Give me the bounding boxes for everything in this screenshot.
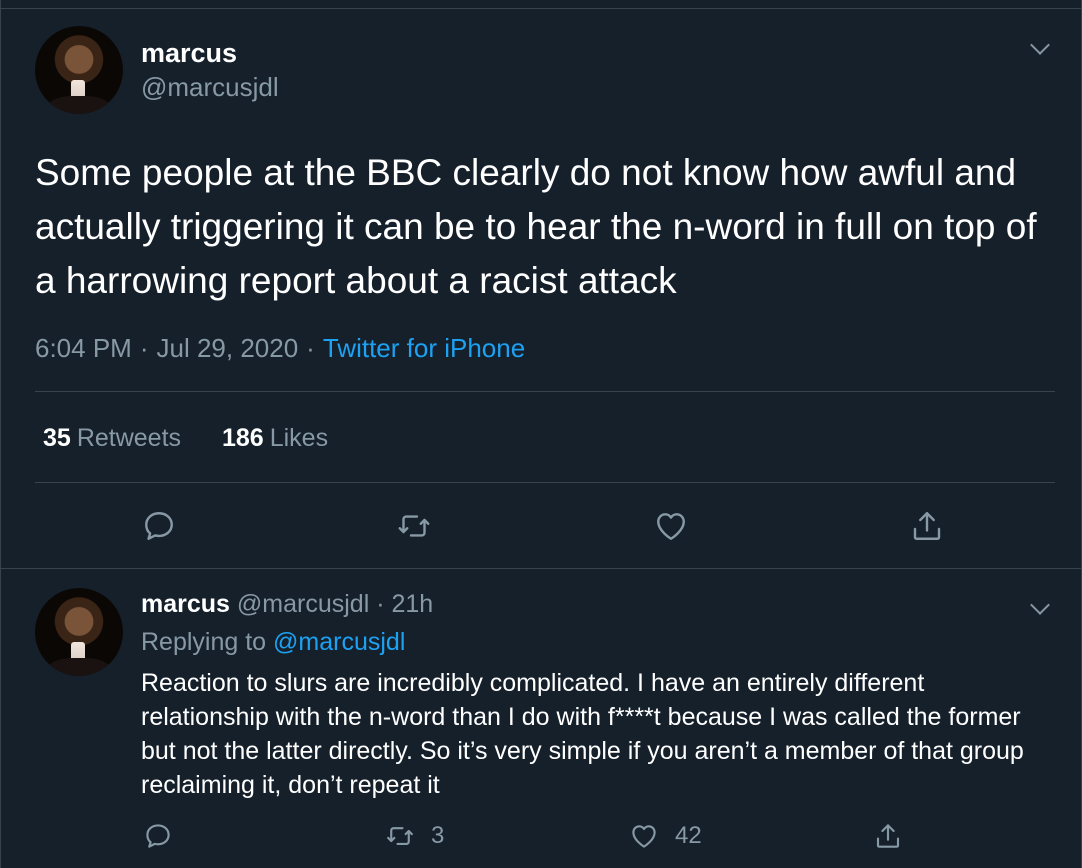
tweet-date[interactable]: Jul 29, 2020 [157, 333, 299, 364]
reply-button[interactable] [143, 818, 173, 854]
retweet-icon [398, 515, 430, 537]
meta-separator: · [139, 333, 149, 363]
reply-icon [145, 512, 173, 540]
avatar[interactable] [35, 26, 123, 114]
share-icon [913, 512, 941, 540]
likes-label: Likes [269, 424, 329, 452]
timeline: marcus @marcusjdl Some people at the BBC… [0, 0, 1082, 868]
tweet-actions [1, 508, 1081, 548]
like-button[interactable]: 42 [629, 818, 702, 854]
reply-header: marcus @marcusjdl · 21h [141, 590, 433, 619]
heart-icon [632, 825, 656, 848]
display-name[interactable]: marcus [141, 590, 230, 618]
replying-label: Replying to [141, 628, 267, 656]
display-name[interactable]: marcus [141, 38, 237, 69]
replying-handle[interactable]: @marcusjdl [273, 628, 405, 656]
retweet-icon [387, 827, 413, 845]
user-handle[interactable]: @marcusjdl [237, 590, 369, 618]
like-count: 42 [675, 822, 702, 849]
retweets-label: Retweets [76, 424, 182, 452]
tweet-stats: 35 Retweets 186 Likes [43, 424, 362, 453]
retweet-button[interactable] [396, 508, 436, 548]
tweet-meta: 6:04 PM · Jul 29, 2020 · Twitter for iPhone [35, 333, 525, 364]
chevron-down-icon[interactable] [1030, 595, 1050, 615]
replying-to: Replying to @marcusjdl [141, 628, 405, 657]
user-handle[interactable]: @marcusjdl [141, 72, 279, 103]
retweet-button[interactable]: 3 [385, 818, 444, 854]
tweet-text: Some people at the BBC clearly do not kn… [35, 152, 1037, 301]
reply-icon [146, 824, 170, 848]
chevron-down-icon[interactable] [1030, 35, 1050, 55]
retweet-count: 3 [431, 822, 445, 849]
meta-separator: · [376, 590, 385, 618]
retweets-count: 35 [43, 424, 71, 452]
divider [35, 391, 1055, 392]
share-button[interactable] [873, 818, 903, 854]
share-button[interactable] [909, 508, 949, 548]
tweet-actions: 3 42 [1, 818, 1081, 858]
likes-stat[interactable]: 186 Likes [222, 424, 328, 453]
tweet-time[interactable]: 6:04 PM [35, 333, 132, 364]
like-button[interactable] [653, 508, 693, 548]
heart-icon [657, 513, 685, 540]
tweet-text: Reaction to slurs are incredibly complic… [141, 669, 1024, 799]
divider [35, 482, 1055, 483]
tweet-divider [1, 568, 1081, 569]
retweets-stat[interactable]: 35 Retweets [43, 424, 181, 453]
share-icon [876, 824, 900, 848]
tweet-source[interactable]: Twitter for iPhone [323, 333, 525, 364]
meta-separator: · [306, 333, 315, 363]
likes-count: 186 [221, 424, 264, 452]
tweet-age[interactable]: 21h [392, 590, 434, 618]
avatar[interactable] [35, 588, 123, 676]
reply-button[interactable] [141, 508, 181, 548]
top-divider [1, 8, 1081, 9]
